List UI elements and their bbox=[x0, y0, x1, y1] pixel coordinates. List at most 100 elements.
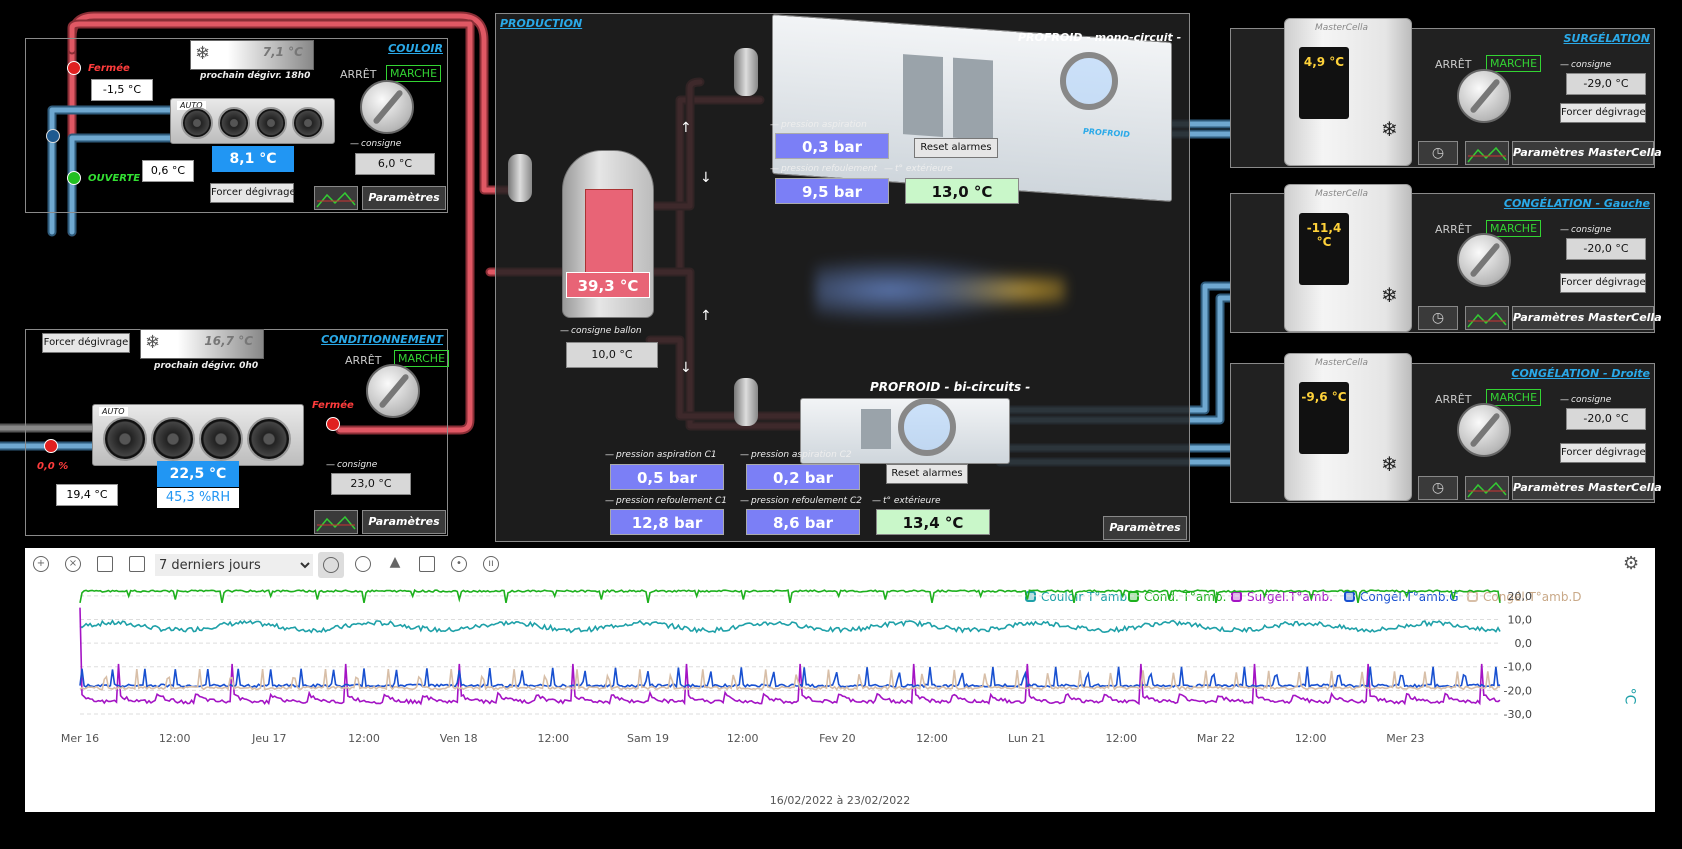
scada-screen: COULOIR ❄ 7,1 °C prochain dégivr. 18h0 F… bbox=[0, 0, 1682, 849]
valve-closed-icon[interactable] bbox=[44, 439, 58, 453]
y-tick-label: -10,0 bbox=[1504, 661, 1532, 674]
bi-discharge-c1: 12,8 bar bbox=[610, 509, 724, 535]
cell-force-defrost-button[interactable]: Forcer dégivrage bbox=[1560, 273, 1646, 293]
cell-marche-button[interactable]: MARCHE bbox=[1486, 389, 1542, 406]
couloir-valve-bottom-label: OUVERTE bbox=[88, 173, 141, 184]
cell-on-off-knob[interactable] bbox=[1457, 69, 1511, 123]
mono-brand: PROFROID bbox=[1083, 126, 1130, 140]
conditionnement-title[interactable]: CONDITIONNEMENT bbox=[321, 333, 443, 346]
cell-trend-button[interactable] bbox=[1465, 476, 1509, 500]
fan-icon bbox=[103, 417, 147, 461]
cell-title[interactable]: CONGÉLATION - Gauche bbox=[1504, 197, 1650, 210]
mastercella-cabinet[interactable]: MasterCella 4,9 °C ❄ bbox=[1284, 18, 1412, 166]
unit-grille bbox=[903, 54, 943, 137]
magnifier-icon[interactable] bbox=[1060, 52, 1118, 110]
cell-arret-label: ARRÊT bbox=[1435, 393, 1472, 406]
bi-suction-c2: 0,2 bar bbox=[746, 464, 860, 490]
x-tick-label: 12:00 bbox=[1105, 732, 1137, 745]
unit-grille bbox=[953, 57, 993, 141]
tank-consigne[interactable]: 10,0 °C bbox=[566, 342, 658, 368]
cell-trend-button[interactable] bbox=[1465, 306, 1509, 330]
couloir-marche-button[interactable]: MARCHE bbox=[386, 65, 442, 82]
bi-reset-alarms-button[interactable]: Reset alarmes bbox=[886, 464, 968, 484]
snowflake-icon: ❄ bbox=[1381, 452, 1398, 476]
mastercella-cabinet[interactable]: MasterCella -9,6 °C ❄ bbox=[1284, 353, 1412, 501]
flow-down-arrow-icon: ↓ bbox=[680, 360, 692, 376]
clock-icon[interactable]: ◷ bbox=[1418, 306, 1458, 330]
flow-up-arrow-icon: ↑ bbox=[700, 308, 712, 324]
cell-params-button[interactable]: Paramètres MasterCella bbox=[1512, 476, 1662, 500]
y-tick-label: 10,0 bbox=[1508, 613, 1533, 626]
cell-params-button[interactable]: Paramètres MasterCella bbox=[1512, 306, 1662, 330]
clock-icon[interactable]: ◷ bbox=[1418, 476, 1458, 500]
production-params-button[interactable]: Paramètres bbox=[1103, 516, 1187, 540]
fan-icon bbox=[247, 417, 291, 461]
mono-suction-label: pression aspiration bbox=[770, 120, 867, 130]
x-tick-label: Mer 16 bbox=[61, 732, 99, 745]
couloir-consigne[interactable]: 6,0 °C bbox=[355, 153, 435, 175]
conditionnement-consigne[interactable]: 23,0 °C bbox=[331, 473, 411, 495]
cell-on-off-knob[interactable] bbox=[1457, 233, 1511, 287]
mono-reset-alarms-button[interactable]: Reset alarmes bbox=[914, 138, 998, 158]
bi-suction-c2-label: pression aspiration C2 bbox=[740, 450, 852, 460]
cell-trend-button[interactable] bbox=[1465, 141, 1509, 165]
valve-closed-icon[interactable] bbox=[326, 417, 340, 431]
conditionnement-force-defrost-button[interactable]: Forcer dégivrage bbox=[42, 333, 130, 353]
y-tick-label: 20,0 bbox=[1508, 590, 1533, 603]
series-line[interactable] bbox=[79, 619, 1501, 634]
cell-force-defrost-button[interactable]: Forcer dégivrage bbox=[1560, 443, 1646, 463]
clock-icon[interactable]: ◷ bbox=[1418, 141, 1458, 165]
x-tick-label: 12:00 bbox=[537, 732, 569, 745]
conditionnement-params-button[interactable]: Paramètres bbox=[362, 510, 446, 534]
cell-title[interactable]: CONGÉLATION - Droite bbox=[1511, 367, 1650, 380]
fan-icon bbox=[292, 107, 324, 139]
cell-consigne[interactable]: -20,0 °C bbox=[1566, 238, 1646, 260]
cell-marche-button[interactable]: MARCHE bbox=[1486, 55, 1542, 72]
x-tick-label: 12:00 bbox=[1295, 732, 1327, 745]
couloir-params-button[interactable]: Paramètres bbox=[362, 186, 446, 210]
mastercella-cabinet[interactable]: MasterCella -11,4 °C ❄ bbox=[1284, 184, 1412, 332]
filter-drier-icon bbox=[508, 154, 532, 202]
cell-params-button[interactable]: Paramètres MasterCella bbox=[1512, 141, 1662, 165]
cell-force-defrost-button[interactable]: Forcer dégivrage bbox=[1560, 103, 1646, 123]
valve-closed-icon[interactable] bbox=[67, 61, 81, 75]
cell-title[interactable]: SURGÉLATION bbox=[1564, 32, 1651, 45]
couloir-trend-button[interactable] bbox=[314, 186, 358, 210]
mono-discharge-label: pression refoulement bbox=[770, 164, 877, 174]
cell-consigne[interactable]: -20,0 °C bbox=[1566, 408, 1646, 430]
x-axis-title: 16/02/2022 à 23/02/2022 bbox=[769, 794, 911, 807]
mono-ext-temp: 13,0 °C bbox=[905, 178, 1019, 204]
mono-discharge: 9,5 bar bbox=[775, 178, 889, 204]
fan-icon bbox=[181, 107, 213, 139]
conditionnement-marche-button[interactable]: MARCHE bbox=[394, 350, 450, 367]
bi-discharge-c2-label: pression refoulement C2 bbox=[740, 496, 862, 506]
x-tick-label: 12:00 bbox=[727, 732, 759, 745]
couloir-title[interactable]: COULOIR bbox=[388, 42, 443, 55]
couloir-on-off-knob[interactable] bbox=[360, 80, 414, 134]
x-tick-label: 12:00 bbox=[159, 732, 191, 745]
trend-chart-panel: + × 7 derniers jours ▲ • ıı ⚙ Couloir T°… bbox=[25, 548, 1655, 812]
cell-consigne[interactable]: -29,0 °C bbox=[1566, 73, 1646, 95]
couloir-temp-coil: 0,6 °C bbox=[142, 160, 194, 182]
conditionnement-defrost-next: prochain dégivr. 0h0 bbox=[154, 361, 259, 371]
conditionnement-temp-left: 19,4 °C bbox=[56, 484, 118, 506]
couloir-evaporator: AUTO bbox=[170, 98, 335, 144]
conditionnement-trend-button[interactable] bbox=[314, 510, 358, 534]
couloir-defrost-indicator: ❄ 7,1 °C bbox=[190, 40, 314, 70]
bi-suction-c1-label: pression aspiration C1 bbox=[605, 450, 717, 460]
mastercella-brand: MasterCella bbox=[1315, 189, 1369, 199]
series-line[interactable] bbox=[79, 666, 1501, 689]
conditionnement-on-off-knob[interactable] bbox=[366, 364, 420, 418]
cell-on-off-knob[interactable] bbox=[1457, 403, 1511, 457]
bi-title: PROFROID - bi-circuits - bbox=[870, 380, 1031, 394]
chart-plot-area: 20,0 10,0 0,0 -10,0 -20,0 -30,0 Mer 16 12:00 Jeu… bbox=[61, 588, 1533, 745]
magnifier-icon[interactable] bbox=[898, 398, 956, 456]
x-tick-label: Mar 22 bbox=[1197, 732, 1235, 745]
couloir-force-defrost-button[interactable]: Forcer dégivrage bbox=[210, 183, 296, 203]
three-way-valve-icon[interactable] bbox=[46, 129, 60, 143]
couloir-temp-left: -1,5 °C bbox=[91, 79, 153, 101]
production-title[interactable]: PRODUCTION bbox=[500, 17, 582, 30]
valve-open-icon[interactable] bbox=[67, 171, 81, 185]
cell-arret-label: ARRÊT bbox=[1435, 58, 1472, 71]
series-line[interactable] bbox=[79, 588, 1501, 604]
